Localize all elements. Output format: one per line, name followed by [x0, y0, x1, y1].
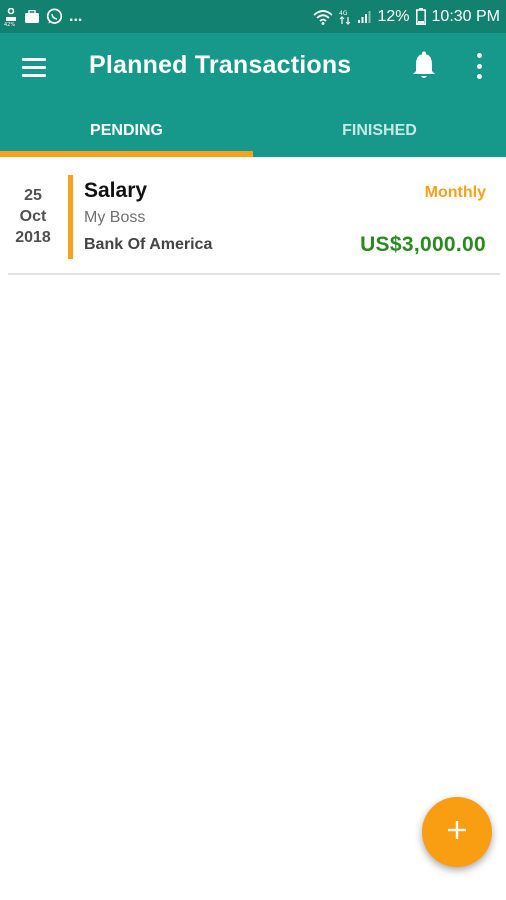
whatsapp-icon	[46, 8, 63, 25]
status-bar-right: 4G 12% 10:30 PM	[313, 8, 500, 26]
status-bar-left: 42% ...	[4, 7, 83, 26]
more-vert-icon[interactable]	[470, 53, 488, 79]
transaction-payee: My Boss	[84, 209, 146, 226]
status-overflow-text: ...	[69, 7, 83, 25]
transaction-amount: US$3,000.00	[360, 233, 486, 256]
usb-icon: 42%	[4, 7, 18, 26]
date-month: Oct	[19, 208, 47, 225]
transaction-date: 25 Oct 2018	[14, 185, 52, 248]
app-bar: Planned Transactions PENDING FINISHED	[0, 33, 506, 157]
data-icon: 4G	[339, 9, 351, 25]
svg-text:4G: 4G	[339, 10, 348, 17]
tab-pending-label: PENDING	[90, 122, 163, 139]
transaction-card[interactable]: 25 Oct 2018 Salary My Boss Bank Of Ameri…	[0, 157, 506, 275]
tab-finished-label: FINISHED	[342, 122, 417, 139]
transaction-title: Salary	[84, 179, 148, 202]
tab-bar: PENDING FINISHED	[0, 105, 506, 157]
status-bar: 42% ... 4G 12% 10:30 PM	[0, 0, 506, 33]
divider	[8, 273, 500, 275]
page-title: Planned Transactions	[89, 51, 352, 79]
tab-finished[interactable]: FINISHED	[253, 105, 506, 157]
battery-percent: 12%	[377, 7, 410, 25]
date-day: 25	[24, 187, 42, 204]
wifi-icon	[313, 9, 334, 25]
transaction-account: Bank Of America	[84, 236, 213, 253]
date-year: 2018	[15, 229, 51, 246]
transaction-frequency: Monthly	[424, 184, 486, 201]
clock: 10:30 PM	[431, 7, 500, 25]
bell-icon[interactable]	[410, 51, 438, 81]
svg-text:42%: 42%	[4, 22, 15, 26]
add-transaction-button[interactable]	[422, 797, 492, 867]
signal-icon	[357, 10, 371, 24]
battery-icon	[415, 8, 426, 25]
case-icon	[24, 9, 40, 24]
plus-icon	[446, 819, 468, 846]
menu-icon[interactable]	[22, 53, 50, 81]
status-accent-bar	[68, 175, 73, 259]
transaction-list: 25 Oct 2018 Salary My Boss Bank Of Ameri…	[0, 157, 506, 275]
tab-pending[interactable]: PENDING	[0, 105, 253, 157]
